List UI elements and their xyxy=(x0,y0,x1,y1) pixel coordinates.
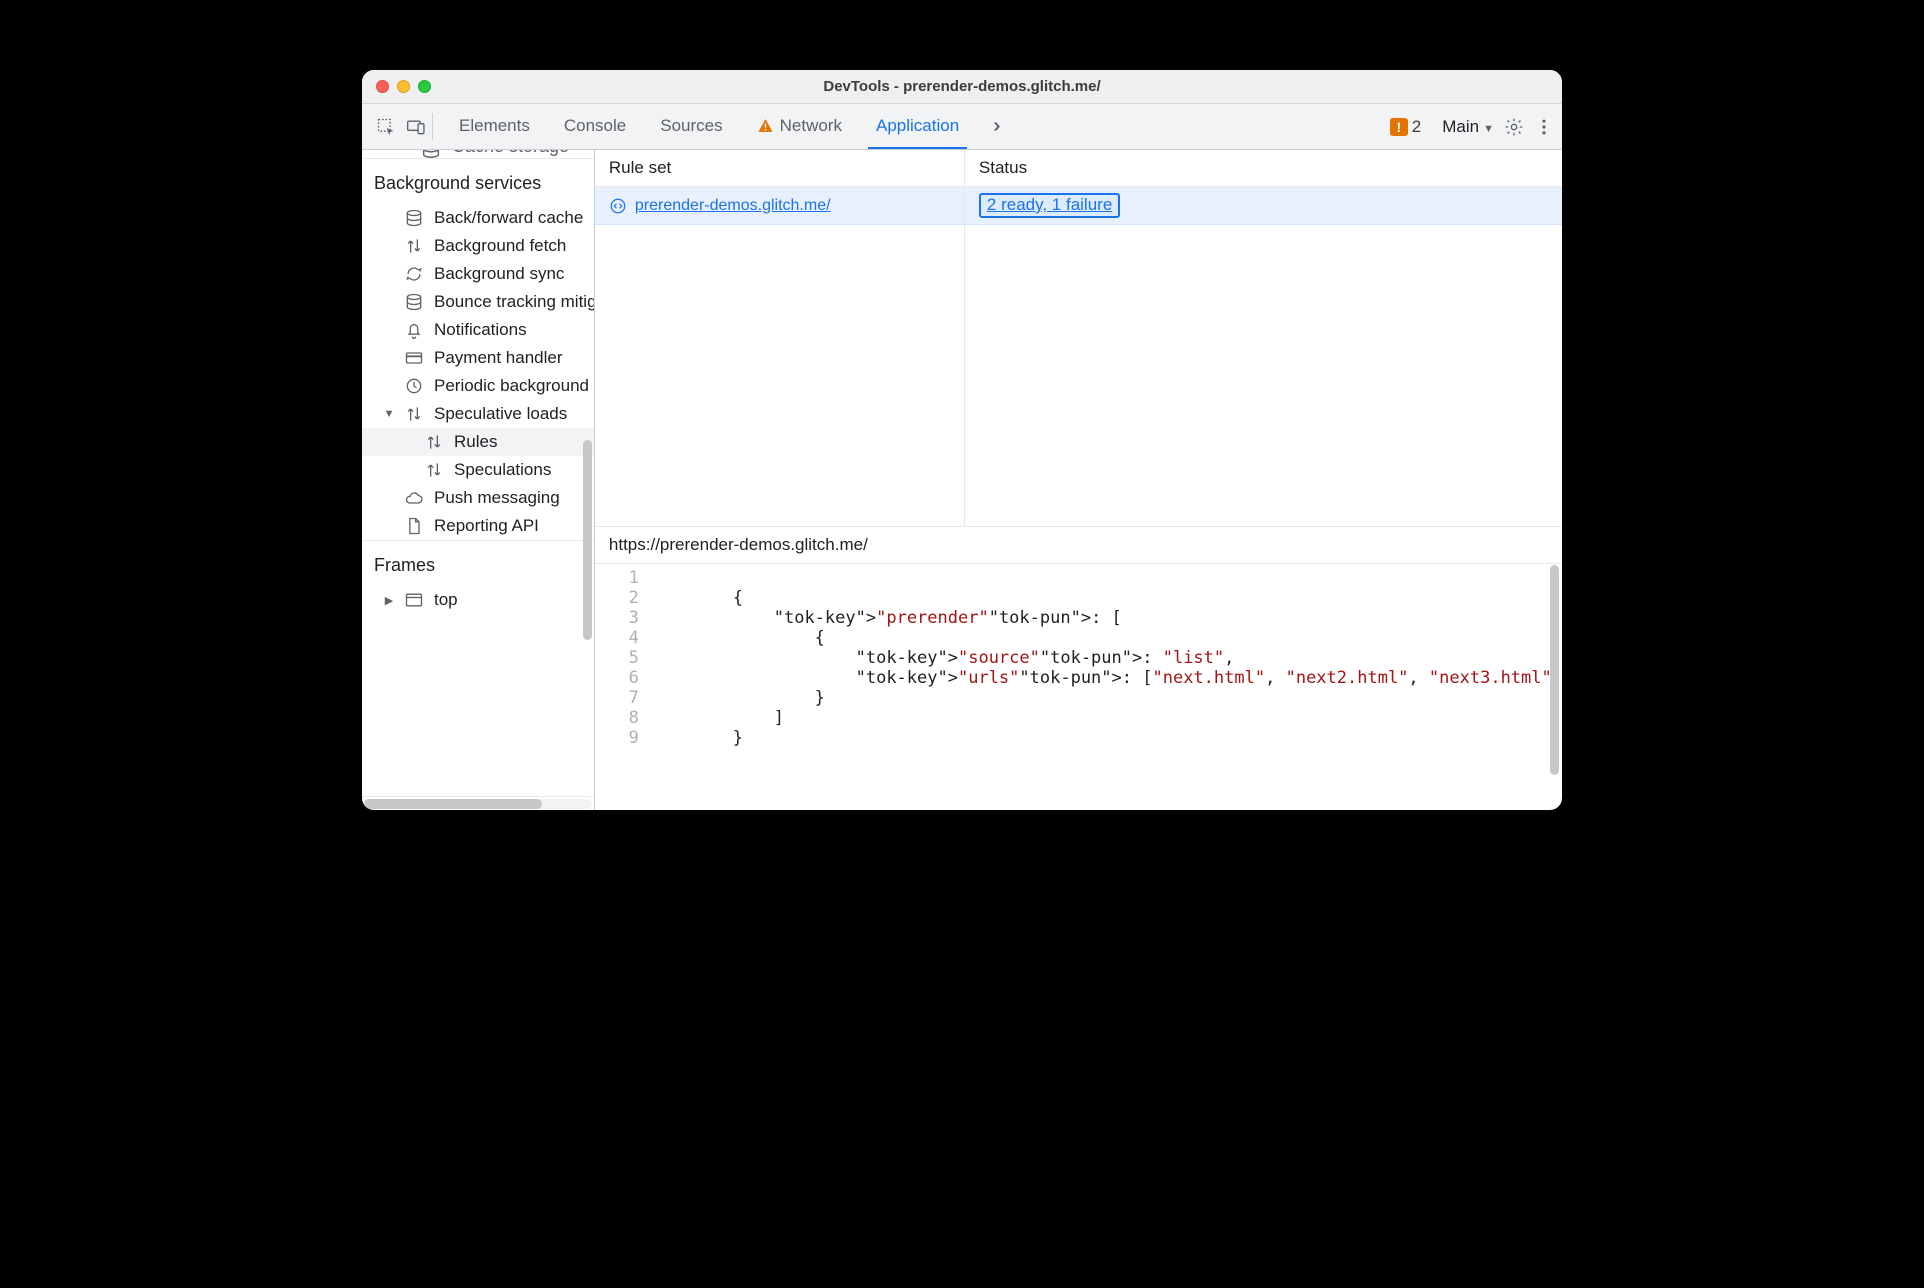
sidebar-item-notifications[interactable]: Notifications xyxy=(362,316,594,344)
sidebar-item-label: Payment handler xyxy=(434,348,563,368)
chevrons-right-icon: ›› xyxy=(993,115,994,138)
tab-label: Elements xyxy=(459,116,530,136)
sidebar-item-truncated[interactable]: Cache storage xyxy=(362,150,594,158)
sync-icon xyxy=(404,264,424,284)
tab-label: Console xyxy=(564,116,626,136)
arrows-up-down-icon xyxy=(404,404,424,424)
sidebar-item-label: Notifications xyxy=(434,320,527,340)
tabs-overflow-button[interactable]: ›› xyxy=(985,104,1002,149)
clock-icon xyxy=(404,376,424,396)
sidebar-item-label: top xyxy=(434,590,458,610)
rules-panel: Rule set Status prerender-demos.glitch.m… xyxy=(595,150,1562,810)
sidebar-horizontal-scrollbar[interactable] xyxy=(362,796,594,810)
sidebar-item-speculations[interactable]: Speculations xyxy=(362,456,594,484)
traffic-lights xyxy=(376,80,431,93)
window-minimize-button[interactable] xyxy=(397,80,410,93)
target-selector[interactable]: Main xyxy=(1442,117,1494,137)
sidebar-item-label: Background fetch xyxy=(434,236,566,256)
issues-count: 2 xyxy=(1412,117,1421,137)
source-icon xyxy=(609,197,627,215)
kebab-menu-button[interactable] xyxy=(1534,117,1554,137)
ruleset-cell[interactable]: prerender-demos.glitch.me/ xyxy=(595,187,965,224)
tab-network[interactable]: Network xyxy=(749,104,850,149)
disclosure-triangle-icon[interactable]: ▶ xyxy=(384,594,394,607)
sidebar-item-background-fetch[interactable]: Background fetch xyxy=(362,232,594,260)
detail-vertical-scrollbar-thumb[interactable] xyxy=(1550,565,1559,775)
sidebar-item-background-sync[interactable]: Background sync xyxy=(362,260,594,288)
sidebar-item-speculative-loads[interactable]: ▼ Speculative loads xyxy=(362,400,594,428)
rules-table-body: prerender-demos.glitch.me/ 2 ready, 1 fa… xyxy=(595,187,1562,527)
scrollbar-track xyxy=(364,799,592,809)
tab-label: Sources xyxy=(660,116,722,136)
tab-label: Network xyxy=(780,116,842,136)
tab-label: Application xyxy=(876,116,959,136)
arrows-up-down-icon xyxy=(424,432,444,452)
issues-counter[interactable]: ! 2 xyxy=(1390,117,1421,137)
sidebar-vertical-scrollbar-thumb[interactable] xyxy=(583,440,592,640)
column-header-status[interactable]: Status xyxy=(965,150,1562,186)
devtools-window: DevTools - prerender-demos.glitch.me/ El… xyxy=(362,70,1562,810)
rule-detail-url: https://prerender-demos.glitch.me/ xyxy=(595,527,1562,564)
arrows-up-down-icon xyxy=(404,236,424,256)
sidebar-item-bounce-tracking[interactable]: Bounce tracking mitigation xyxy=(362,288,594,316)
window-icon xyxy=(404,590,424,610)
device-toolbar-icon[interactable] xyxy=(406,117,426,137)
sidebar-item-label: Speculations xyxy=(454,460,551,480)
document-icon xyxy=(404,516,424,536)
section-frames: Frames xyxy=(362,540,594,586)
status-chip[interactable]: 2 ready, 1 failure xyxy=(979,193,1120,218)
sidebar-item-label: Bounce tracking mitigation xyxy=(434,292,594,312)
target-label: Main xyxy=(1442,117,1479,136)
sidebar-item-label: Reporting API xyxy=(434,516,539,536)
sidebar-item-label: Push messaging xyxy=(434,488,560,508)
database-icon xyxy=(420,150,442,158)
column-header-ruleset[interactable]: Rule set xyxy=(595,150,965,186)
scrollbar-thumb[interactable] xyxy=(364,799,542,809)
section-background-services: Background services xyxy=(362,158,594,204)
tab-elements[interactable]: Elements xyxy=(451,104,538,149)
sidebar-item-payment-handler[interactable]: Payment handler xyxy=(362,344,594,372)
application-sidebar: Cache storage Background services Back/f… xyxy=(362,150,595,810)
tab-sources[interactable]: Sources xyxy=(652,104,730,149)
warning-icon xyxy=(757,117,774,134)
database-icon xyxy=(404,292,424,312)
rules-table-header: Rule set Status xyxy=(595,150,1562,187)
rules-table-row[interactable]: prerender-demos.glitch.me/ 2 ready, 1 fa… xyxy=(595,187,1562,225)
window-titlebar: DevTools - prerender-demos.glitch.me/ xyxy=(362,70,1562,104)
cloud-icon xyxy=(404,488,424,508)
devtools-toolbar: Elements Console Sources Network Applica… xyxy=(362,104,1562,150)
status-cell[interactable]: 2 ready, 1 failure xyxy=(965,187,1562,224)
disclosure-triangle-icon[interactable]: ▼ xyxy=(384,408,394,420)
database-icon xyxy=(404,208,424,228)
panel-body: Cache storage Background services Back/f… xyxy=(362,150,1562,810)
sidebar-item-label: Cache storage xyxy=(452,150,569,157)
sidebar-item-label: Periodic background sync xyxy=(434,376,594,396)
window-zoom-button[interactable] xyxy=(418,80,431,93)
tab-console[interactable]: Console xyxy=(556,104,634,149)
sidebar-item-periodic-sync[interactable]: Periodic background sync xyxy=(362,372,594,400)
settings-button[interactable] xyxy=(1504,117,1524,137)
sidebar-item-reporting-api[interactable]: Reporting API xyxy=(362,512,594,540)
inspect-element-icon[interactable] xyxy=(376,117,396,137)
rule-json-source[interactable]: 12 {3 "tok-key">"prerender""tok-pun">: [… xyxy=(595,564,1562,810)
credit-card-icon xyxy=(404,348,424,368)
sidebar-item-label: Back/forward cache xyxy=(434,208,583,228)
window-close-button[interactable] xyxy=(376,80,389,93)
error-badge-icon: ! xyxy=(1390,118,1408,136)
sidebar-item-label: Speculative loads xyxy=(434,404,567,424)
arrows-up-down-icon xyxy=(424,460,444,480)
sidebar-item-frame-top[interactable]: ▶ top xyxy=(362,586,594,614)
sidebar-item-label: Rules xyxy=(454,432,497,452)
tab-application[interactable]: Application xyxy=(868,104,967,149)
sidebar-item-label: Background sync xyxy=(434,264,564,284)
sidebar-item-rules[interactable]: Rules xyxy=(362,428,594,456)
rule-detail-panel: https://prerender-demos.glitch.me/ 12 {3… xyxy=(595,527,1562,810)
window-title: DevTools - prerender-demos.glitch.me/ xyxy=(362,78,1562,95)
sidebar-item-back-forward-cache[interactable]: Back/forward cache xyxy=(362,204,594,232)
sidebar-item-push-messaging[interactable]: Push messaging xyxy=(362,484,594,512)
bell-icon xyxy=(404,320,424,340)
ruleset-origin: prerender-demos.glitch.me/ xyxy=(635,197,831,215)
